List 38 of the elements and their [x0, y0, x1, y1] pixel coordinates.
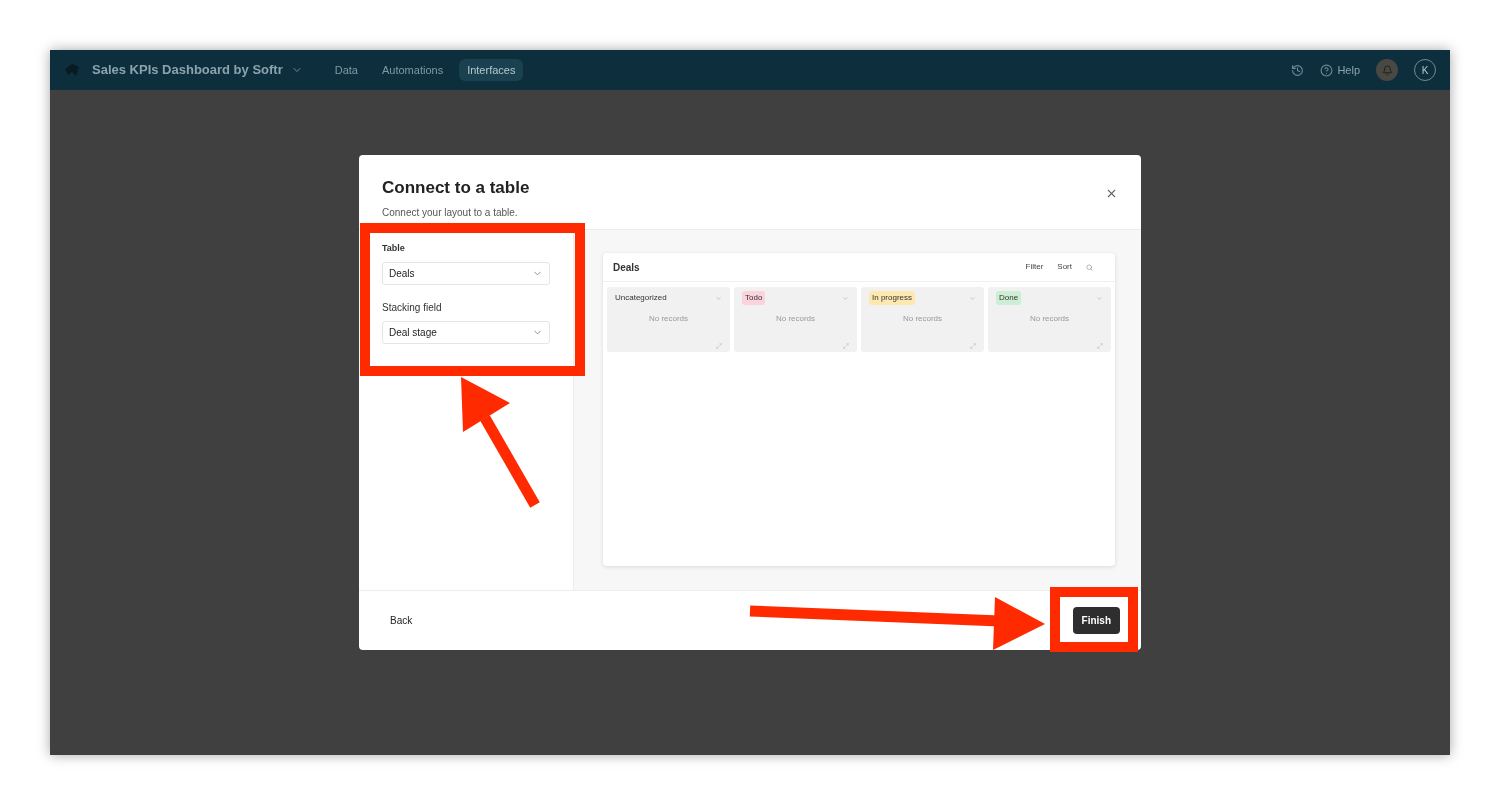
nav-tab[interactable]: Interfaces — [459, 58, 524, 82]
status-tag: In progress — [869, 291, 916, 305]
empty-message: No records — [1028, 313, 1071, 325]
toolbar-action[interactable]: Sort — [1057, 261, 1072, 273]
expand-icon[interactable] — [970, 343, 976, 349]
toolbar-action[interactable]: Filter — [1025, 261, 1044, 273]
back-button[interactable]: Back — [379, 607, 424, 634]
dialog-title: Connect to a table — [382, 177, 530, 199]
status-tag: Todo — [742, 291, 766, 305]
nav-tab[interactable]: Data — [326, 58, 366, 82]
expand-icon[interactable] — [843, 343, 849, 349]
chevron-icon[interactable] — [715, 294, 722, 302]
preview-title: Deals — [613, 260, 640, 275]
status-tag: Done — [996, 291, 1022, 305]
select-field[interactable]: Deals — [382, 261, 550, 285]
help-button[interactable]: Help — [1337, 61, 1360, 79]
field-label: Stacking field — [382, 300, 443, 315]
history-icon[interactable] — [1291, 63, 1305, 77]
chevron-icon[interactable] — [1096, 294, 1103, 302]
expand-icon[interactable] — [1097, 343, 1103, 349]
app-title: Sales KPIs Dashboard by Softr — [92, 61, 283, 80]
field-label: Table — [382, 242, 406, 255]
empty-message: No records — [647, 313, 690, 325]
finish-button[interactable]: Finish — [1072, 607, 1120, 634]
expand-icon[interactable] — [716, 343, 722, 349]
search-icon[interactable] — [1086, 263, 1093, 271]
logo-icon — [64, 63, 80, 77]
nav-tab[interactable]: Automations — [374, 58, 452, 82]
empty-message: No records — [774, 313, 817, 325]
dialog-subtitle: Connect your layout to a table. — [382, 205, 519, 220]
chevron-icon[interactable] — [842, 294, 849, 302]
select-field[interactable]: Deal stage — [382, 320, 550, 344]
chevron-icon[interactable] — [969, 294, 976, 302]
column-title: Uncategorized — [615, 292, 667, 304]
help-icon[interactable] — [1320, 63, 1334, 77]
close-icon[interactable] — [1105, 187, 1118, 200]
empty-message: No records — [901, 313, 944, 325]
bell-icon[interactable] — [1381, 64, 1393, 76]
